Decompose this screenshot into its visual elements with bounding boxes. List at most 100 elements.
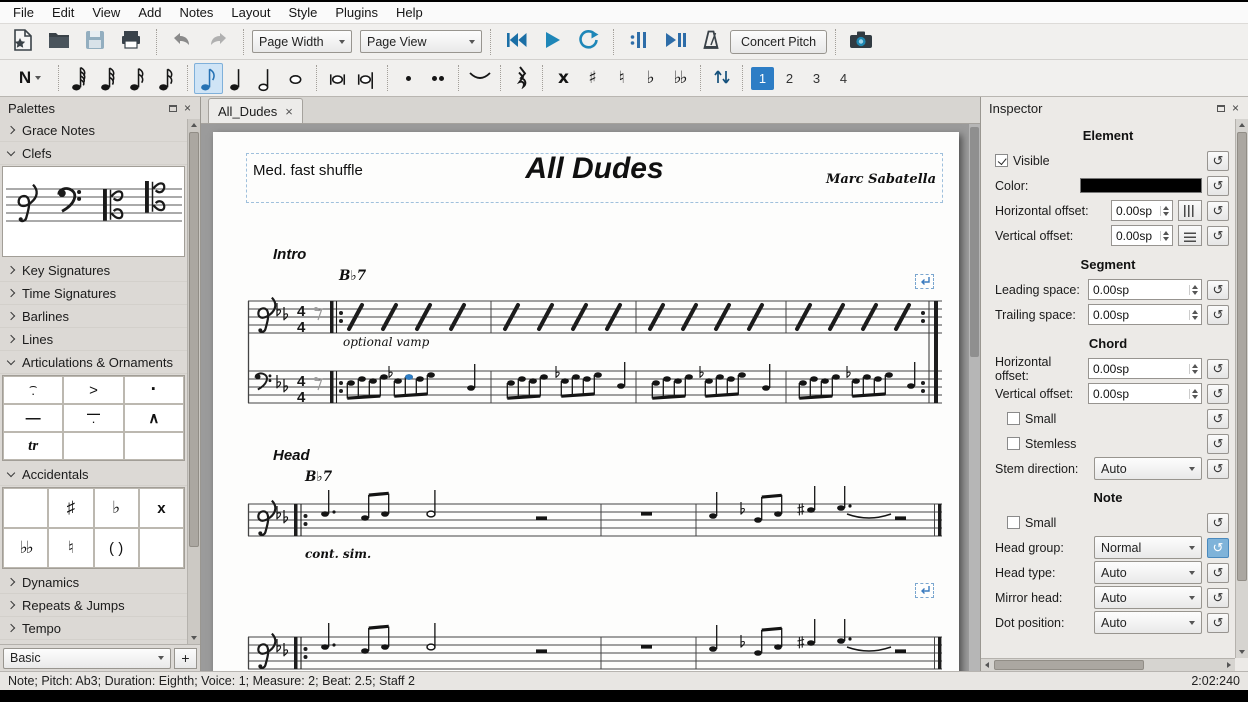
spin-down-icon[interactable] [1192, 291, 1198, 295]
palette-item-articulations[interactable]: Articulations & Ornaments [0, 351, 187, 374]
spin-up-icon[interactable] [1192, 389, 1198, 393]
parentheses-cell[interactable]: ( ) [94, 528, 139, 568]
spin-down-icon[interactable] [1192, 316, 1198, 320]
fermata-cell[interactable]: ⌢· [3, 376, 63, 404]
reset-visible-button[interactable]: ↺ [1207, 151, 1229, 171]
menu-style[interactable]: Style [279, 2, 326, 23]
palette-item-barlines[interactable]: Barlines [0, 305, 187, 328]
loure-cell[interactable]: —· [63, 404, 123, 432]
reset-head-type-button[interactable]: ↺ [1207, 563, 1229, 583]
scrollbar-thumb[interactable] [189, 132, 199, 547]
reset-color-button[interactable]: ↺ [1207, 176, 1229, 196]
zoom-select[interactable]: Page Width [252, 30, 352, 53]
reset-trailing-space-button[interactable]: ↺ [1207, 305, 1229, 325]
spin-down-icon[interactable] [1163, 237, 1169, 241]
score-canvas[interactable]: 4 4 4 4 [213, 132, 959, 671]
reset-chord-small-button[interactable]: ↺ [1207, 409, 1229, 429]
natural-cell[interactable]: ♮ [48, 528, 93, 568]
menu-add[interactable]: Add [129, 2, 170, 23]
tab-close-button[interactable]: × [285, 104, 293, 119]
undo-button[interactable] [165, 27, 199, 57]
palette-item-tempo[interactable]: Tempo [0, 617, 187, 640]
rehearsal-mark-head[interactable]: Head [273, 447, 310, 464]
mirror-head-select[interactable]: Auto [1094, 586, 1202, 609]
scrollbar-thumb[interactable] [970, 127, 979, 357]
scroll-up-arrow[interactable] [188, 119, 200, 131]
spin-down-icon[interactable] [1192, 395, 1198, 399]
open-button[interactable] [42, 27, 76, 57]
play-button[interactable] [535, 27, 569, 57]
note-input-mode-button[interactable]: N [8, 63, 52, 94]
spin-up-icon[interactable] [1163, 231, 1169, 235]
menu-file[interactable]: File [4, 2, 43, 23]
voice-3-button[interactable]: 3 [805, 67, 828, 90]
flat-button[interactable]: ♭ [636, 63, 665, 94]
concert-pitch-button[interactable]: Concert Pitch [730, 30, 827, 54]
note-small-checkbox[interactable] [1007, 516, 1020, 529]
inspector-close-button[interactable]: × [1228, 101, 1243, 116]
spin-up-icon[interactable] [1163, 206, 1169, 210]
spin-up-icon[interactable] [1192, 310, 1198, 314]
augmentation-dot-button[interactable] [394, 63, 423, 94]
accent-cell[interactable]: > [63, 376, 123, 404]
note-eighth-button-selected[interactable] [194, 63, 223, 94]
menu-help[interactable]: Help [387, 2, 432, 23]
save-button[interactable] [78, 27, 112, 57]
note-128th-button[interactable] [65, 63, 94, 94]
voice-1-button[interactable]: 1 [751, 67, 774, 90]
menu-plugins[interactable]: Plugins [326, 2, 387, 23]
empty-cell[interactable] [139, 528, 184, 568]
menu-view[interactable]: View [83, 2, 129, 23]
note-breve-button[interactable] [323, 63, 352, 94]
reset-note-small-button[interactable]: ↺ [1207, 513, 1229, 533]
scroll-right-arrow[interactable] [1223, 659, 1235, 671]
palette-item-clefs[interactable]: Clefs [0, 142, 187, 165]
snap-vertical-button[interactable] [1178, 225, 1202, 246]
double-flat-button[interactable]: ♭♭ [665, 63, 694, 94]
score-area[interactable]: 4 4 4 4 [201, 124, 980, 671]
palette-item-dynamics[interactable]: Dynamics [0, 571, 187, 594]
workspace-select[interactable]: Basic [3, 648, 171, 669]
scroll-left-arrow[interactable] [981, 659, 993, 671]
voice-2-button[interactable]: 2 [778, 67, 801, 90]
reset-stemless-button[interactable]: ↺ [1207, 434, 1229, 454]
double-sharp-button[interactable]: x [549, 63, 578, 94]
stem-direction-select[interactable]: Auto [1094, 457, 1202, 480]
composer-text[interactable]: Marc Sabatella [246, 172, 936, 187]
scrollbar-thumb[interactable] [1237, 132, 1247, 581]
dot-position-select[interactable]: Auto [1094, 611, 1202, 634]
metronome-button[interactable] [694, 27, 728, 57]
note-whole-button[interactable] [281, 63, 310, 94]
palettes-close-button[interactable]: × [180, 101, 195, 116]
palettes-scrollbar[interactable] [187, 119, 200, 644]
inspector-vscrollbar[interactable] [1235, 119, 1248, 658]
pan-playback-button[interactable] [658, 27, 692, 57]
spin-up-icon[interactable] [1192, 285, 1198, 289]
reset-chord-hoffset-button[interactable]: ↺ [1207, 359, 1229, 379]
cont-sim-text[interactable]: cont. sim. [305, 547, 371, 561]
reset-stem-direction-button[interactable]: ↺ [1207, 459, 1229, 479]
chord-hoffset-spinner[interactable]: 0.00sp [1088, 358, 1202, 379]
scroll-down-arrow[interactable] [188, 632, 200, 644]
vamp-text[interactable]: optional vamp [343, 335, 429, 349]
system-break-icon[interactable] [915, 583, 934, 598]
scroll-up-arrow[interactable] [1236, 119, 1248, 131]
view-mode-select[interactable]: Page View [360, 30, 482, 53]
system-2[interactable] [248, 486, 942, 536]
image-capture-button[interactable] [844, 27, 878, 57]
inspector-float-button[interactable] [1213, 101, 1228, 116]
empty-cell[interactable] [124, 432, 184, 460]
reset-element-voffset-button[interactable]: ↺ [1207, 226, 1229, 246]
note-longa-button[interactable] [352, 63, 381, 94]
reset-element-hoffset-button[interactable]: ↺ [1207, 201, 1229, 221]
palette-item-time-signatures[interactable]: Time Signatures [0, 282, 187, 305]
natural-button[interactable]: ♮ [607, 63, 636, 94]
rehearsal-mark-intro[interactable]: Intro [273, 246, 306, 263]
chord-symbol[interactable]: B♭7 [305, 469, 332, 485]
element-hoffset-spinner[interactable]: 0.00sp [1111, 200, 1173, 221]
note-quarter-button[interactable] [223, 63, 252, 94]
note-64th-button[interactable] [94, 63, 123, 94]
chord-symbol[interactable]: B♭7 [339, 268, 366, 284]
sharp-cell[interactable]: ♯ [48, 488, 93, 528]
head-type-select[interactable]: Auto [1094, 561, 1202, 584]
